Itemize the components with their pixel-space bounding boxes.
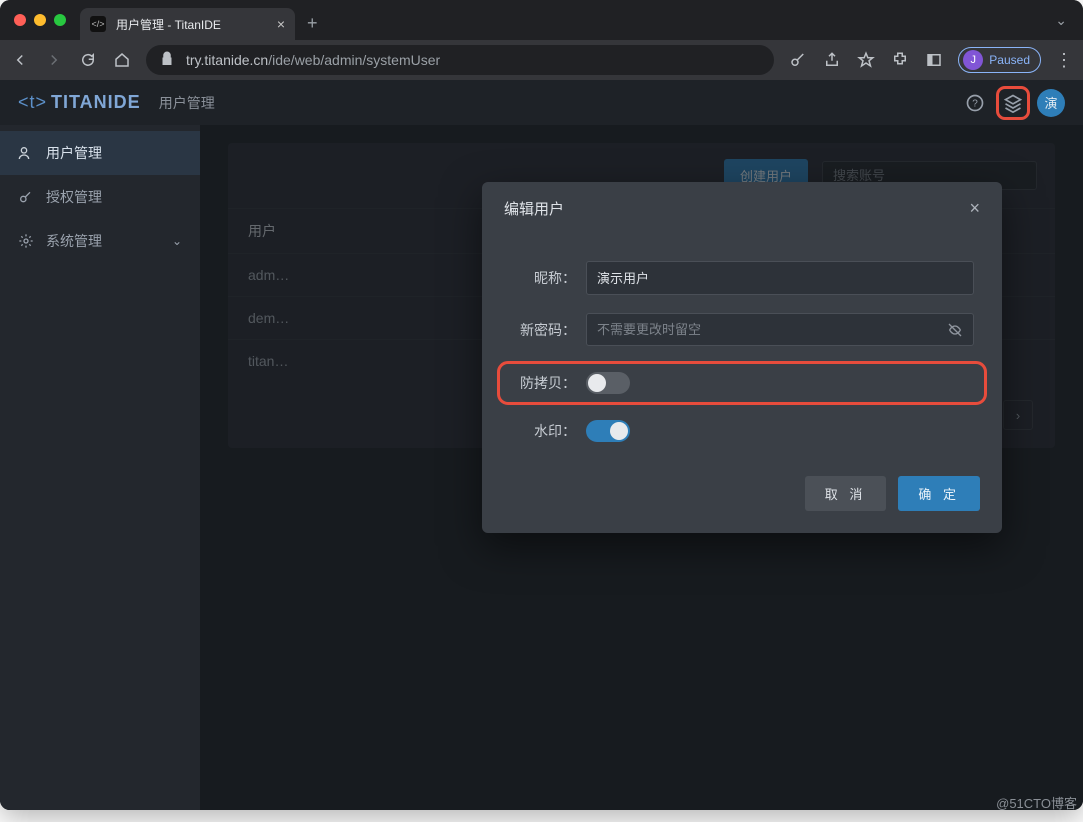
password-label: 新密码：	[510, 320, 576, 340]
password-field[interactable]	[586, 313, 974, 346]
sidebar-item-users[interactable]: 用户管理	[0, 131, 200, 175]
help-icon[interactable]: ?	[961, 89, 989, 117]
reload-icon[interactable]	[78, 50, 98, 70]
close-window-icon[interactable]	[14, 14, 26, 26]
svg-text:?: ?	[972, 98, 978, 109]
profile-avatar-icon: J	[963, 50, 983, 70]
tab-close-icon[interactable]: ×	[277, 16, 285, 32]
lock-icon	[158, 50, 176, 71]
confirm-button[interactable]: 确 定	[898, 476, 980, 511]
back-icon[interactable]	[10, 50, 30, 70]
avatar[interactable]: 演	[1037, 89, 1065, 117]
edit-user-modal: 编辑用户 × 昵称： 新密码：	[482, 182, 1002, 533]
extensions-icon[interactable]	[890, 50, 910, 70]
profile-status-label: Paused	[989, 53, 1030, 67]
address-bar[interactable]: try.titanide.cn/ide/web/admin/systemUser	[146, 45, 774, 75]
browser-tab[interactable]: </> 用户管理 - TitanIDE ×	[80, 8, 295, 40]
app-header: <t> TITANIDE 用户管理 ? 演	[0, 80, 1083, 125]
maximize-window-icon[interactable]	[54, 14, 66, 26]
layers-icon[interactable]	[999, 89, 1027, 117]
browser-toolbar: try.titanide.cn/ide/web/admin/systemUser…	[0, 40, 1083, 80]
sidebar-item-label: 用户管理	[46, 143, 102, 163]
close-icon[interactable]: ×	[969, 198, 980, 219]
chevron-down-icon: ⌄	[172, 234, 182, 248]
profile-chip[interactable]: J Paused	[958, 47, 1041, 73]
sidebar: 用户管理 授权管理 系统管理 ⌄	[0, 125, 200, 810]
eye-off-icon[interactable]	[947, 322, 963, 341]
key-icon[interactable]	[788, 50, 808, 70]
sidebar-item-license[interactable]: 授权管理	[0, 175, 200, 219]
users-icon	[18, 145, 34, 161]
new-tab-button[interactable]: +	[307, 13, 318, 34]
kebab-menu-icon[interactable]: ⋮	[1055, 50, 1073, 71]
gear-icon	[18, 233, 34, 249]
breadcrumb: 用户管理	[159, 93, 215, 113]
url-text: try.titanide.cn/ide/web/admin/systemUser	[186, 52, 440, 68]
nickname-field[interactable]	[586, 261, 974, 295]
forward-icon[interactable]	[44, 50, 64, 70]
page-watermark: @51CTO博客	[996, 793, 1077, 810]
browser-tabstrip: </> 用户管理 - TitanIDE × + ⌄	[0, 0, 1083, 40]
modal-title: 编辑用户	[504, 198, 564, 219]
logo-text: TITANIDE	[51, 92, 141, 113]
app-logo[interactable]: <t> TITANIDE	[18, 92, 141, 113]
anticopy-toggle[interactable]	[586, 372, 630, 394]
share-icon[interactable]	[822, 50, 842, 70]
watermark-label: 水印：	[510, 421, 576, 441]
watermark-toggle[interactable]	[586, 420, 630, 442]
home-icon[interactable]	[112, 50, 132, 70]
tab-title: 用户管理 - TitanIDE	[116, 16, 221, 33]
password-input[interactable]	[597, 322, 963, 337]
window-controls	[14, 14, 66, 26]
tab-favicon: </>	[90, 16, 106, 32]
anticopy-label: 防拷贝：	[510, 373, 576, 393]
nickname-input[interactable]	[597, 270, 963, 285]
minimize-window-icon[interactable]	[34, 14, 46, 26]
cancel-button[interactable]: 取 消	[805, 476, 887, 511]
window-caret-icon[interactable]: ⌄	[1055, 12, 1067, 29]
star-icon[interactable]	[856, 50, 876, 70]
anticopy-highlight: 防拷贝：	[500, 364, 984, 402]
nickname-label: 昵称：	[510, 268, 576, 288]
sidebar-item-label: 系统管理	[46, 231, 102, 251]
key-icon	[18, 189, 34, 205]
sidebar-item-system[interactable]: 系统管理 ⌄	[0, 219, 200, 263]
sidebar-item-label: 授权管理	[46, 187, 102, 207]
logo-mark-icon: <t>	[18, 92, 47, 113]
sidepanel-icon[interactable]	[924, 50, 944, 70]
